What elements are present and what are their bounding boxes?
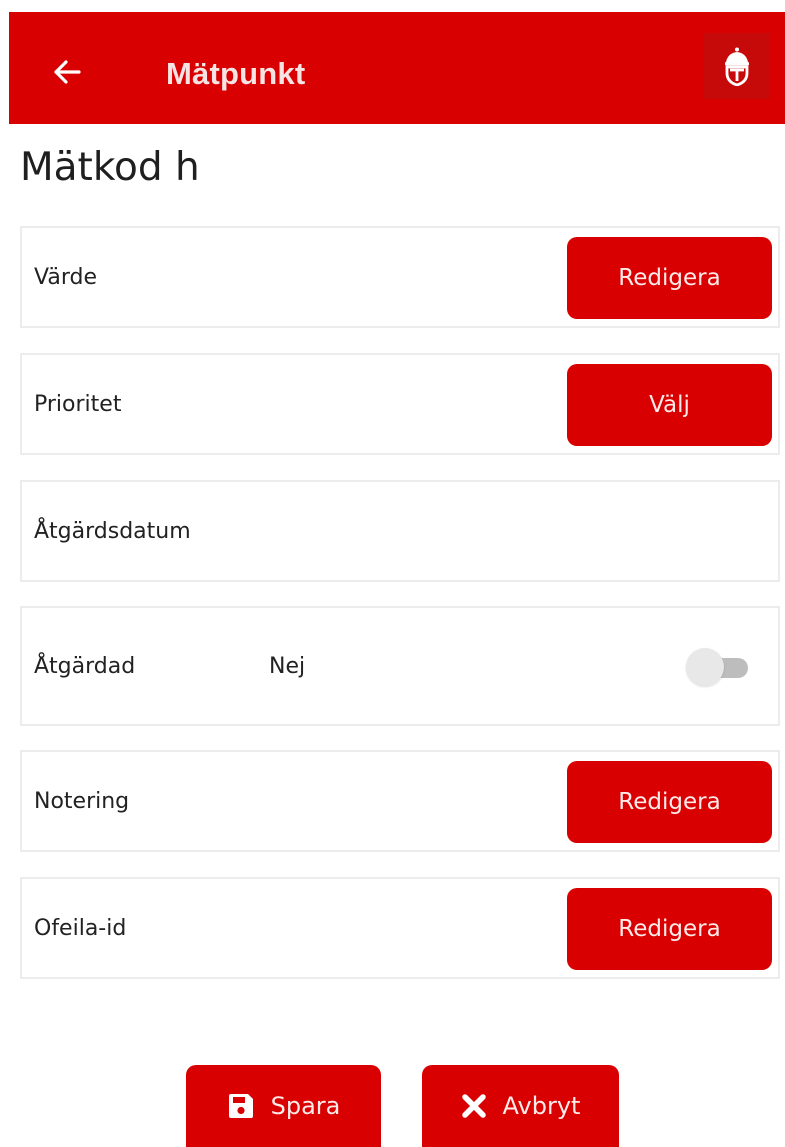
edit-notering-button[interactable]: Redigera: [567, 761, 772, 843]
page-title: Mätkod h: [20, 145, 200, 190]
toggle-thumb: [686, 648, 724, 686]
arrow-left-icon: [54, 60, 81, 84]
app-bar: Mätpunkt: [9, 12, 785, 124]
crown-emblem-icon: [725, 47, 749, 86]
back-button[interactable]: [47, 52, 87, 92]
row-ofeila-id: Ofeila-id Redigera: [20, 877, 780, 979]
row-label: Åtgärdad: [34, 653, 136, 679]
status-strip: [0, 0, 785, 12]
row-label: Notering: [34, 788, 130, 814]
edit-varde-button[interactable]: Redigera: [567, 237, 772, 319]
app-title: Mätpunkt: [166, 56, 306, 91]
row-notering: Notering Redigera: [20, 750, 780, 852]
row-atgardad: Åtgärdad Nej: [20, 606, 780, 726]
floppy-disk-icon: [227, 1092, 255, 1120]
edit-ofeila-id-button[interactable]: Redigera: [567, 888, 772, 970]
close-x-icon: [461, 1093, 487, 1119]
cancel-label: Avbryt: [502, 1092, 581, 1120]
cancel-button[interactable]: Avbryt: [422, 1065, 619, 1147]
save-label: Spara: [270, 1092, 341, 1120]
save-button[interactable]: Spara: [186, 1065, 381, 1147]
row-atgardsdatum[interactable]: Åtgärdsdatum: [20, 480, 780, 582]
row-prioritet: Prioritet Välj: [20, 353, 780, 455]
row-label: Åtgärdsdatum: [34, 518, 191, 544]
row-label: Prioritet: [34, 391, 122, 417]
row-label: Värde: [34, 264, 97, 290]
logo: [704, 33, 770, 99]
atgardad-toggle[interactable]: [686, 646, 750, 686]
row-varde: Värde Redigera: [20, 226, 780, 328]
row-label: Ofeila-id: [34, 915, 127, 941]
atgardad-value: Nej: [269, 653, 306, 679]
select-prioritet-button[interactable]: Välj: [567, 364, 772, 446]
